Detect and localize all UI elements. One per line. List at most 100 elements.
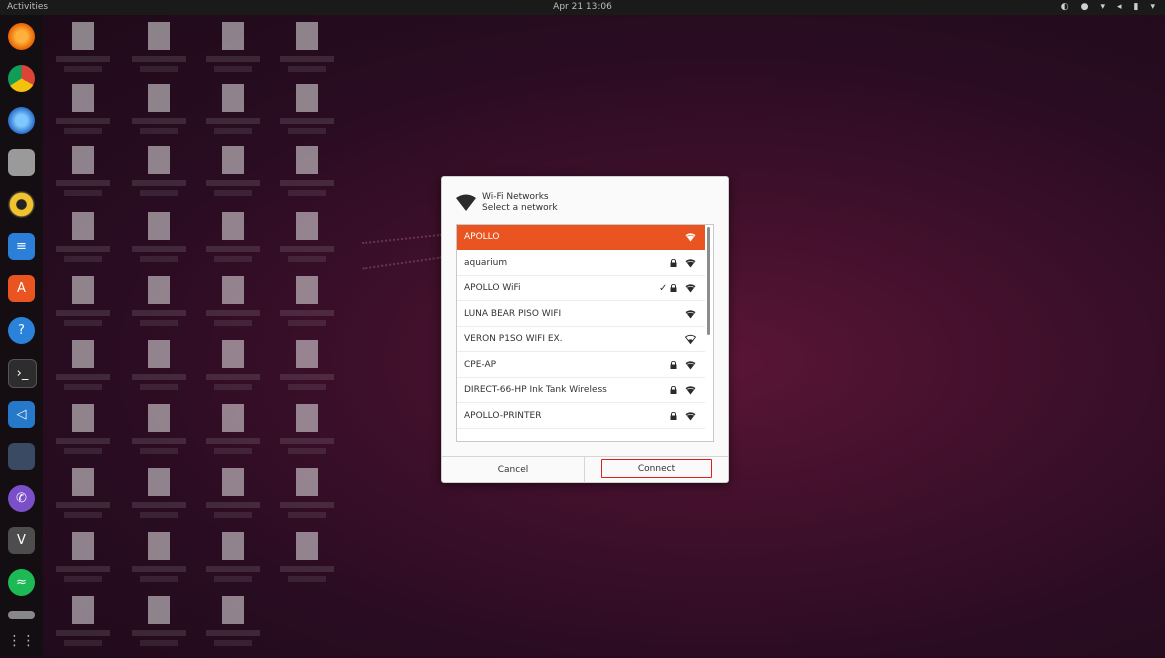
network-row[interactable]: CPE-AP	[457, 353, 705, 378]
update-icon[interactable]: ●	[1081, 0, 1089, 15]
desktop-icon[interactable]	[198, 532, 268, 594]
network-name: APOLLO WiFi	[464, 283, 521, 293]
desktop-icon[interactable]	[198, 468, 268, 530]
battery-icon[interactable]: ▮	[1134, 0, 1139, 15]
show-apps-icon[interactable]: ⋮⋮	[8, 627, 36, 654]
desktop-icon[interactable]	[48, 532, 118, 594]
cancel-button[interactable]: Cancel	[442, 457, 585, 483]
display-icon[interactable]	[8, 443, 35, 470]
file-icon	[148, 276, 170, 304]
desktop-icon-label	[132, 180, 186, 186]
drive-icon[interactable]	[8, 611, 35, 619]
desktop-icon[interactable]	[124, 276, 194, 338]
desktop-icon[interactable]	[272, 84, 342, 146]
desktop-icon-label	[280, 374, 334, 380]
desktop-icon[interactable]	[124, 212, 194, 274]
files-icon[interactable]	[8, 149, 35, 176]
desktop-icon-label	[64, 256, 102, 262]
vim-icon[interactable]: V	[8, 527, 35, 554]
network-row[interactable]: DIRECT-66-HP Ink Tank Wireless	[457, 378, 705, 403]
chrome-icon[interactable]	[8, 65, 35, 92]
system-tray[interactable]: ◐ ● ▾ ◂ ▮ ▾	[1061, 0, 1155, 15]
desktop-icon-label	[206, 438, 260, 444]
desktop-icon[interactable]	[124, 468, 194, 530]
help-icon[interactable]: ?	[8, 317, 35, 344]
desktop-icon[interactable]	[198, 146, 268, 208]
desktop-icon[interactable]	[48, 404, 118, 466]
connect-button-area[interactable]: Connect	[585, 457, 728, 483]
wifi-status-icon[interactable]: ▾	[1100, 0, 1105, 15]
network-name: APOLLO-PRINTER	[464, 410, 542, 421]
thunderbird-icon[interactable]	[8, 107, 35, 134]
desktop-icon[interactable]	[48, 596, 118, 658]
rhythmbox-icon[interactable]	[8, 191, 35, 218]
network-status-icon[interactable]: ◐	[1061, 0, 1069, 15]
desktop-icon[interactable]	[48, 340, 118, 402]
desktop-icon[interactable]	[198, 84, 268, 146]
file-icon	[296, 468, 318, 496]
desktop-icon[interactable]	[48, 84, 118, 146]
desktop-icon[interactable]	[48, 468, 118, 530]
desktop-icon[interactable]	[48, 22, 118, 84]
list-scrollbar[interactable]	[707, 227, 710, 335]
network-row[interactable]: VERON P1SO WIFI EX.	[457, 327, 705, 352]
network-list[interactable]: APOLLO aquarium APOLLO WiFi ✓ LUNA BEAR PISO…	[456, 224, 714, 442]
desktop-icon[interactable]	[48, 276, 118, 338]
desktop-icon[interactable]	[198, 212, 268, 274]
power-menu-icon[interactable]: ▾	[1150, 0, 1155, 15]
desktop-icon-label	[280, 438, 334, 444]
desktop-icon[interactable]	[272, 404, 342, 466]
desktop-icon-label	[140, 576, 178, 582]
writer-icon[interactable]: ≡	[8, 233, 35, 260]
spotify-icon[interactable]: ≈	[8, 569, 35, 596]
desktop-icon[interactable]	[272, 146, 342, 208]
desktop-icon-label	[64, 66, 102, 72]
volume-icon[interactable]: ◂	[1117, 0, 1122, 15]
file-icon	[222, 340, 244, 368]
desktop-icon[interactable]	[272, 276, 342, 338]
desktop-icon-label	[56, 566, 110, 572]
connect-button[interactable]: Connect	[601, 459, 712, 478]
desktop-icon[interactable]	[272, 212, 342, 274]
desktop-icon[interactable]	[124, 84, 194, 146]
desktop-icon[interactable]	[198, 340, 268, 402]
desktop-icon-label	[288, 128, 326, 134]
desktop-icon-label	[206, 502, 260, 508]
file-icon	[222, 404, 244, 432]
terminal-icon[interactable]: ›_	[8, 359, 37, 388]
lock-icon	[670, 258, 677, 267]
desktop-icon[interactable]	[272, 340, 342, 402]
desktop-icon-label	[132, 374, 186, 380]
desktop-icon[interactable]	[124, 22, 194, 84]
desktop-icon[interactable]	[124, 532, 194, 594]
desktop-icon[interactable]	[272, 532, 342, 594]
vscode-icon[interactable]: ◁	[8, 401, 35, 428]
wallpaper-decoration	[362, 256, 442, 270]
list-item-partial[interactable]	[457, 429, 705, 441]
desktop-icon[interactable]	[48, 212, 118, 274]
viber-icon[interactable]: ✆	[8, 485, 35, 512]
desktop-icon[interactable]	[124, 146, 194, 208]
firefox-icon[interactable]	[8, 23, 35, 50]
network-row[interactable]: APOLLO WiFi ✓	[457, 276, 705, 301]
desktop-icon[interactable]	[272, 22, 342, 84]
network-row[interactable]: APOLLO-PRINTER	[457, 404, 705, 429]
software-icon[interactable]: A	[8, 275, 35, 302]
wifi-networks-dialog: Wi-Fi Networks Select a network APOLLO aq…	[441, 176, 729, 483]
desktop-icon[interactable]	[198, 404, 268, 466]
desktop-icon[interactable]	[48, 146, 118, 208]
desktop-icon-label	[132, 438, 186, 444]
clock[interactable]: Apr 21 13:06	[0, 0, 1165, 15]
desktop-icon[interactable]	[198, 22, 268, 84]
desktop-icon[interactable]	[272, 468, 342, 530]
desktop-icon-label	[132, 502, 186, 508]
network-row[interactable]: APOLLO	[457, 225, 705, 250]
desktop-icon[interactable]	[198, 276, 268, 338]
desktop-icon[interactable]	[124, 596, 194, 658]
network-row[interactable]: aquarium	[457, 251, 705, 276]
desktop-icon[interactable]	[124, 404, 194, 466]
file-icon	[148, 532, 170, 560]
network-row[interactable]: LUNA BEAR PISO WIFI	[457, 302, 705, 327]
desktop-icon[interactable]	[198, 596, 268, 658]
desktop-icon[interactable]	[124, 340, 194, 402]
